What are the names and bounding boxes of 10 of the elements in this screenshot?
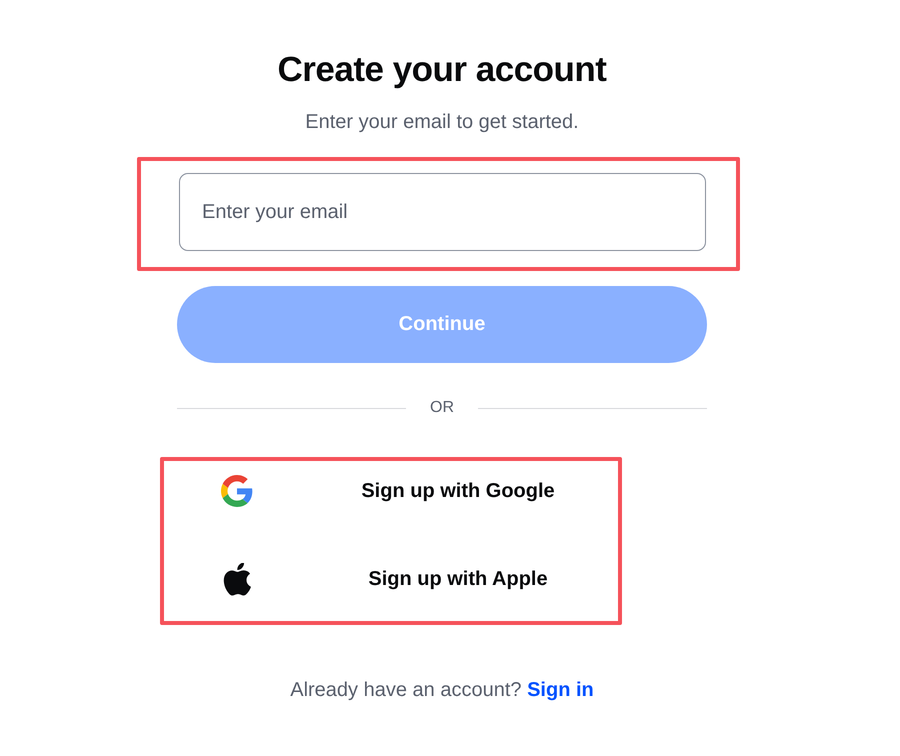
social-sign-up-button[interactable]: Sign up with Apple <box>164 549 618 609</box>
social-sign-up-button[interactable]: Sign up with Google <box>164 461 618 521</box>
page-title: Create your account <box>278 49 606 91</box>
sign-in-link[interactable]: Sign in <box>527 679 594 701</box>
google-g-logo-icon <box>221 475 253 507</box>
email-field[interactable]: Enter your email <box>179 173 706 251</box>
divider-label: OR <box>429 398 455 418</box>
sign-in-prompt: Already have an account? Sign in <box>290 678 594 702</box>
apple-logo-icon <box>223 562 251 596</box>
page-subtitle: Enter your email to get started. <box>305 110 579 134</box>
